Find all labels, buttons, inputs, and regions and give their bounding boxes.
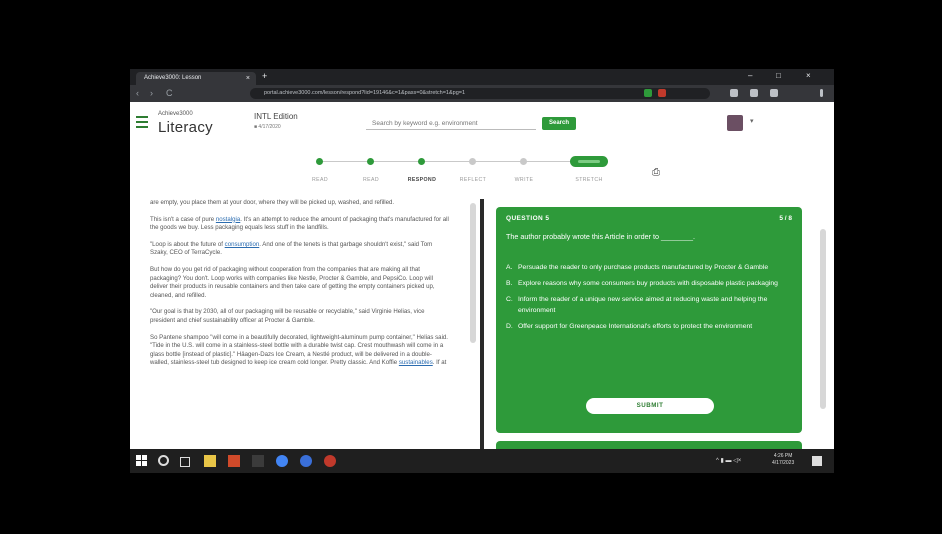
article-paragraph: "Our goal is that by 2030, all of our pa… — [150, 308, 425, 324]
close-tab-icon[interactable]: × — [246, 72, 250, 85]
browser-menu-icon[interactable] — [820, 89, 823, 97]
edition-label: INTL Edition — [254, 112, 298, 121]
chrome-icon[interactable] — [276, 455, 288, 467]
windows-start-icon[interactable] — [136, 455, 148, 467]
tab-title: Achieve3000: Lesson — [144, 75, 202, 81]
window-close-icon[interactable]: × — [806, 71, 811, 80]
step-label[interactable]: READ — [312, 177, 328, 183]
vocab-link[interactable]: consumption — [225, 241, 260, 248]
search-input[interactable] — [366, 118, 536, 130]
clock-time: 4:26 PM — [773, 453, 793, 459]
file-explorer-icon[interactable] — [204, 455, 216, 467]
stepper-track — [320, 161, 575, 162]
article-paragraph: are empty, you place them at your door, … — [150, 199, 395, 206]
answer-choice-c[interactable]: C. Inform the reader of a unique new serv… — [506, 294, 786, 316]
browser-tab-bar: Achieve3000: Lesson × + – □ × — [130, 69, 834, 85]
maximize-icon[interactable]: □ — [776, 71, 781, 80]
extension-icon[interactable] — [644, 89, 652, 97]
taskbar-clock[interactable]: 4:26 PM 4/17/2023 — [772, 453, 794, 467]
step-label-current[interactable]: RESPOND — [408, 177, 436, 183]
brand-prefix: Achieve3000 — [158, 111, 193, 117]
article-scrollbar[interactable] — [470, 203, 476, 343]
step-label[interactable]: READ — [363, 177, 379, 183]
brand-logo[interactable]: Literacy — [158, 119, 213, 136]
question-prompt: The author probably wrote this Article i… — [506, 232, 695, 241]
windows-taskbar: ^ ▮ ▬ ◁× 4:26 PM 4/17/2023 — [130, 449, 834, 473]
vocab-link[interactable]: nostalgia — [216, 216, 240, 223]
search-button[interactable]: Search — [542, 117, 576, 130]
app-icon[interactable] — [300, 455, 312, 467]
answer-choices: A. Persuade the reader to only purchase p… — [506, 262, 786, 337]
profile-icon[interactable] — [770, 89, 778, 97]
forward-icon[interactable]: › — [150, 88, 153, 98]
avatar[interactable] — [727, 115, 743, 131]
step-dot-respond[interactable] — [418, 158, 425, 165]
system-tray-icons[interactable]: ^ ▮ ▬ ◁× — [716, 457, 741, 464]
notifications-icon[interactable] — [812, 456, 822, 466]
question-scrollbar[interactable] — [820, 229, 826, 409]
printer-icon[interactable]: ⎙ — [652, 167, 660, 178]
question-count: 5 / 8 — [779, 215, 792, 222]
answer-choice-b[interactable]: B. Explore reasons why some consumers buy… — [506, 278, 786, 289]
hamburger-menu-icon[interactable] — [136, 116, 148, 131]
search-icon[interactable] — [158, 455, 169, 466]
bookmark-icon[interactable] — [730, 89, 738, 97]
address-bar[interactable]: portal.achieve3000.com/lesson/respond?li… — [250, 88, 710, 99]
vocab-link[interactable]: sustainables — [399, 359, 433, 366]
browser-tab[interactable]: Achieve3000: Lesson × — [136, 72, 256, 85]
question-title: QUESTION 5 — [506, 215, 550, 222]
article-text: are empty, you place them at your door, … — [130, 199, 476, 449]
step-dot-read-2[interactable] — [367, 158, 374, 165]
chevron-down-icon[interactable]: ▾ — [750, 117, 754, 125]
back-icon[interactable]: ‹ — [136, 88, 139, 98]
browser-toolbar: ‹ › C portal.achieve3000.com/lesson/resp… — [130, 85, 834, 102]
step-dot-read[interactable] — [316, 158, 323, 165]
extension-icon[interactable] — [658, 89, 666, 97]
answer-choice-d[interactable]: D. Offer support for Greenpeace Internati… — [506, 321, 786, 332]
task-view-icon[interactable] — [180, 457, 190, 467]
step-dot-write[interactable] — [520, 158, 527, 165]
lesson-stepper: READ READ RESPOND REFLECT WRITE STRETCH — [290, 151, 630, 187]
article-paragraph: But how do you get rid of packaging with… — [150, 265, 435, 299]
reload-icon[interactable]: C — [166, 88, 173, 98]
app-icon[interactable] — [228, 455, 240, 467]
edition-date: ■ 4/17/2020 — [254, 124, 281, 130]
app-icon[interactable] — [252, 455, 264, 467]
answer-choice-a[interactable]: A. Persuade the reader to only purchase p… — [506, 262, 786, 273]
new-tab-button[interactable]: + — [262, 71, 267, 81]
article-paragraph: This isn't a case of pure nostalgia. It'… — [150, 215, 449, 232]
minimize-icon[interactable]: – — [748, 71, 752, 80]
step-label[interactable]: STRETCH — [575, 177, 602, 183]
extensions-puzzle-icon[interactable] — [750, 89, 758, 97]
submit-button[interactable]: SUBMIT — [586, 398, 714, 414]
step-label[interactable]: WRITE — [515, 177, 534, 183]
app-header: Achieve3000 Literacy INTL Edition ■ 4/17… — [130, 102, 834, 148]
step-dot-reflect[interactable] — [469, 158, 476, 165]
article-paragraph: So Pantene shampoo "will come in a beaut… — [150, 333, 449, 367]
screen: Achieve3000: Lesson × + – □ × ‹ › C port… — [130, 69, 834, 473]
question-card: QUESTION 5 5 / 8 The author probably wro… — [496, 207, 802, 433]
step-label[interactable]: REFLECT — [460, 177, 486, 183]
clock-date: 4/17/2023 — [772, 460, 795, 466]
step-pill-stretch[interactable] — [570, 156, 608, 167]
app-icon[interactable] — [324, 455, 336, 467]
article-paragraph: "Loop is about the future of consumption… — [150, 240, 433, 257]
